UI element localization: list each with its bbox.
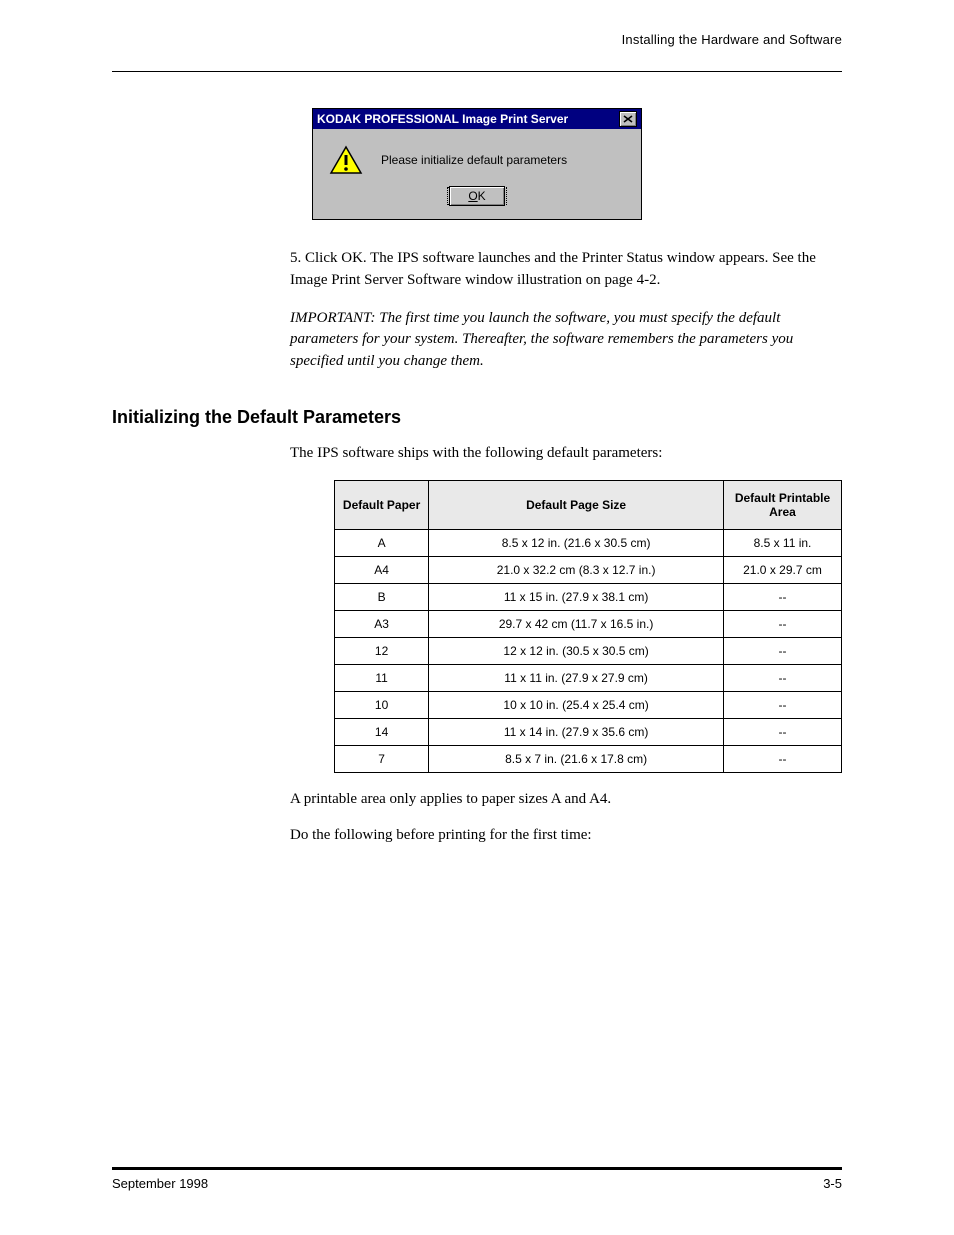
dialog-message: Please initialize default parameters — [381, 153, 567, 167]
important-note: IMPORTANT: The first time you launch the… — [290, 308, 842, 373]
table-row: A421.0 x 32.2 cm (8.3 x 12.7 in.)21.0 x … — [335, 556, 842, 583]
table-header: Default Page Size — [429, 480, 724, 529]
table-row: 1411 x 14 in. (27.9 x 35.6 cm)-- — [335, 718, 842, 745]
footer-rule — [112, 1167, 842, 1170]
table-row: 78.5 x 7 in. (21.6 x 17.8 cm)-- — [335, 745, 842, 772]
running-header: Installing the Hardware and Software — [112, 32, 842, 47]
table-row: 1111 x 11 in. (27.9 x 27.9 cm)-- — [335, 664, 842, 691]
pre-steps-note: Do the following before printing for the… — [290, 825, 842, 847]
ok-button-label: OK — [468, 189, 485, 203]
ok-button[interactable]: OK — [447, 187, 506, 205]
warning-icon — [329, 145, 363, 175]
page-number: 3-5 — [823, 1176, 842, 1191]
defaults-table: Default Paper Default Page Size Default … — [334, 480, 842, 773]
dialog-titlebar: KODAK PROFESSIONAL Image Print Server — [313, 109, 641, 129]
step-5: 5. Click OK. The IPS software launches a… — [290, 248, 842, 292]
table-header: Default Printable Area — [723, 480, 841, 529]
table-row: 1212 x 12 in. (30.5 x 30.5 cm)-- — [335, 637, 842, 664]
close-icon[interactable] — [619, 111, 637, 127]
header-rule — [112, 71, 842, 72]
note-printable-area: A printable area only applies to paper s… — [290, 789, 842, 811]
dialog-title: KODAK PROFESSIONAL Image Print Server — [317, 112, 568, 126]
table-row: B11 x 15 in. (27.9 x 38.1 cm)-- — [335, 583, 842, 610]
dialog-window: KODAK PROFESSIONAL Image Print Server Pl… — [312, 108, 642, 220]
table-row: A329.7 x 42 cm (11.7 x 16.5 in.)-- — [335, 610, 842, 637]
footer-date: September 1998 — [112, 1176, 208, 1191]
table-row: A8.5 x 12 in. (21.6 x 30.5 cm)8.5 x 11 i… — [335, 529, 842, 556]
section-lead: The IPS software ships with the followin… — [290, 443, 842, 465]
table-row: 1010 x 10 in. (25.4 x 25.4 cm)-- — [335, 691, 842, 718]
section-heading: Initializing the Default Parameters — [112, 407, 842, 428]
table-header: Default Paper — [335, 480, 429, 529]
